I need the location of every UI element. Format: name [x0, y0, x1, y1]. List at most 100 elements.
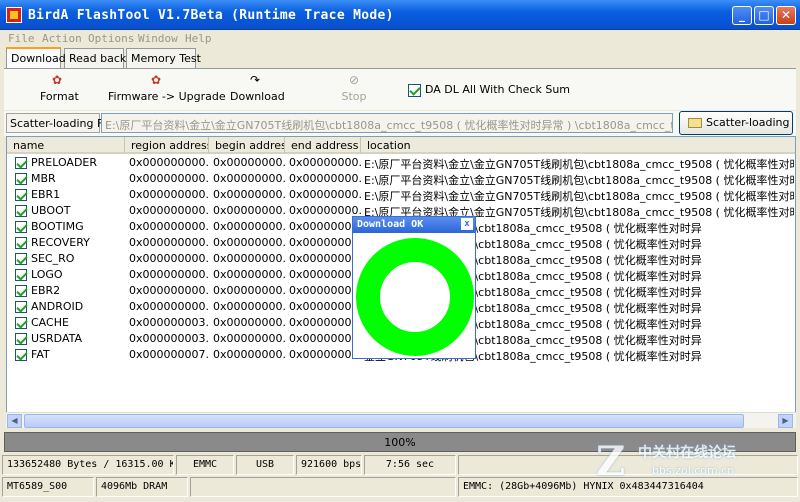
minimize-button[interactable]: _ — [732, 6, 752, 25]
header-region-address[interactable]: region address — [125, 137, 209, 153]
download-ok-title-bar[interactable]: Download OK x — [353, 217, 475, 233]
success-ring-icon — [356, 238, 474, 356]
partition-name-text: UBOOT — [31, 204, 71, 217]
header-name[interactable]: name — [7, 137, 125, 153]
header-end-address[interactable]: end address — [285, 137, 361, 153]
partition-name: UBOOT — [15, 204, 125, 217]
partition-name: BOOTIMG — [15, 220, 125, 233]
menu-help[interactable]: Help — [185, 32, 212, 45]
checkbox-icon[interactable] — [15, 317, 27, 329]
table-row[interactable]: MBR 0x000000000... 0x00000000... 0x00000000… — [7, 171, 795, 187]
maximize-button[interactable]: □ — [754, 6, 774, 25]
scroll-thumb[interactable] — [24, 414, 744, 428]
region-address-cell: 0x000000000... — [129, 220, 209, 233]
end-address-cell: 0x00000000... — [289, 172, 361, 185]
firmware-icon: ✿ — [150, 73, 162, 87]
header-location[interactable]: location — [361, 137, 795, 153]
scroll-right-icon[interactable]: ▶ — [778, 414, 793, 428]
end-address-cell: 0x00000000... — [289, 332, 361, 345]
checkbox-icon[interactable] — [15, 349, 27, 361]
stop-icon: ⊘ — [348, 73, 360, 87]
menu-bar: File Action Options Window Help — [0, 30, 800, 46]
da-checksum-checkbox[interactable]: DA DL All With Check Sum — [408, 83, 570, 97]
region-address-cell: 0x000000000... — [129, 204, 209, 217]
watermark-brand: 中关村在线论坛 — [638, 445, 736, 461]
begin-address-cell: 0x00000000... — [213, 220, 285, 233]
download-button[interactable]: ↷ Download — [230, 73, 285, 103]
stop-button[interactable]: ⊘ Stop — [340, 73, 368, 103]
checkbox-icon[interactable] — [15, 253, 27, 265]
partition-name: SEC_RO — [15, 252, 125, 265]
watermark-logo-icon: Z — [596, 438, 626, 485]
close-icon: ✕ — [780, 8, 792, 22]
download-label: Download — [230, 90, 285, 103]
begin-address-cell: 0x00000000... — [213, 284, 285, 297]
checkbox-icon[interactable] — [15, 221, 27, 233]
end-address-cell: 0x00000000... — [289, 220, 361, 233]
header-begin-address[interactable]: begin address — [209, 137, 285, 153]
end-address-cell: 0x00000000... — [289, 348, 361, 361]
scatter-path-field[interactable]: E:\原厂平台资料\金立\金立GN705T线刷机包\cbt1808a_cmcc_… — [101, 113, 673, 133]
end-address-cell: 0x00000000... — [289, 268, 361, 281]
partition-name-text: EBR2 — [31, 284, 61, 297]
region-address-cell: 0x000000007... — [129, 348, 209, 361]
partition-name-text: EBR1 — [31, 188, 61, 201]
begin-address-cell: 0x00000000... — [213, 300, 285, 313]
region-address-cell: 0x000000000... — [129, 172, 209, 185]
firmware-upgrade-label: Firmware -> Upgrade — [108, 90, 226, 103]
checkbox-icon[interactable] — [15, 157, 27, 169]
menu-action[interactable]: Action — [42, 32, 82, 45]
progress-text: 100% — [384, 436, 416, 449]
location-cell: E:\原厂平台资料\金立\金立GN705T线刷机包\cbt1808a_cmcc_… — [364, 158, 794, 171]
tab-memory-test[interactable]: Memory Test — [126, 48, 201, 68]
table-header: name region address begin address end ad… — [7, 137, 795, 154]
format-button[interactable]: ✿ Format — [40, 73, 79, 103]
dialog-close-icon[interactable]: x — [461, 218, 473, 230]
table-row[interactable]: PRELOADER 0x000000000... 0x00000000... 0x00… — [7, 155, 795, 171]
partition-name-text: PRELOADER — [31, 156, 98, 169]
tab-read-back[interactable]: Read back — [64, 48, 126, 68]
horizontal-scrollbar[interactable]: ◀ ▶ — [6, 412, 796, 428]
region-address-cell: 0x000000000... — [129, 252, 209, 265]
begin-address-cell: 0x00000000... — [213, 332, 285, 345]
da-checksum-label: DA DL All With Check Sum — [425, 83, 571, 96]
window-title: BirdA FlashTool V1.7Beta (Runtime Trace … — [28, 8, 394, 23]
checkbox-icon[interactable] — [15, 285, 27, 297]
partition-name: EBR1 — [15, 188, 125, 201]
partition-name: USRDATA — [15, 332, 125, 345]
end-address-cell: 0x00000000... — [289, 236, 361, 249]
end-address-cell: 0x00000000... — [289, 204, 361, 217]
tab-download[interactable]: Download — [6, 47, 66, 68]
menu-file[interactable]: File — [8, 32, 35, 45]
checkbox-icon[interactable] — [15, 301, 27, 313]
format-icon: ✿ — [51, 73, 63, 87]
region-address-cell: 0x000000003... — [129, 332, 209, 345]
checkbox-icon[interactable] — [15, 205, 27, 217]
end-address-cell: 0x00000000... — [289, 300, 361, 313]
checkbox-icon[interactable] — [15, 333, 27, 345]
checkbox-icon[interactable] — [15, 269, 27, 281]
format-label: Format — [40, 90, 79, 103]
status-storage: EMMC — [176, 455, 234, 475]
minimize-icon: _ — [739, 8, 745, 22]
close-button[interactable]: ✕ — [776, 6, 796, 25]
table-row[interactable]: EBR1 0x000000000... 0x00000000... 0x0000000… — [7, 187, 795, 203]
scatter-loading-button[interactable]: Scatter-loading — [679, 111, 793, 135]
menu-window[interactable]: Window — [138, 32, 178, 45]
status-bytes: 133652480 Bytes / 16315.00 KBps — [2, 455, 174, 475]
checkbox-icon[interactable] — [15, 173, 27, 185]
partition-name-text: RECOVERY — [31, 236, 90, 249]
partition-name: CACHE — [15, 316, 125, 329]
partition-name: MBR — [15, 172, 125, 185]
end-address-cell: 0x00000000... — [289, 316, 361, 329]
scroll-left-icon[interactable]: ◀ — [7, 414, 22, 428]
checkbox-icon[interactable] — [15, 189, 27, 201]
partition-name-text: MBR — [31, 172, 56, 185]
checkbox-icon[interactable] — [15, 237, 27, 249]
maximize-icon: □ — [758, 8, 770, 22]
partition-name: FAT — [15, 348, 125, 361]
download-ok-dialog[interactable]: Download OK x — [352, 216, 476, 359]
menu-options[interactable]: Options — [88, 32, 134, 45]
firmware-upgrade-button[interactable]: ✿ Firmware -> Upgrade — [108, 73, 226, 103]
partition-name-text: SEC_RO — [31, 252, 75, 265]
